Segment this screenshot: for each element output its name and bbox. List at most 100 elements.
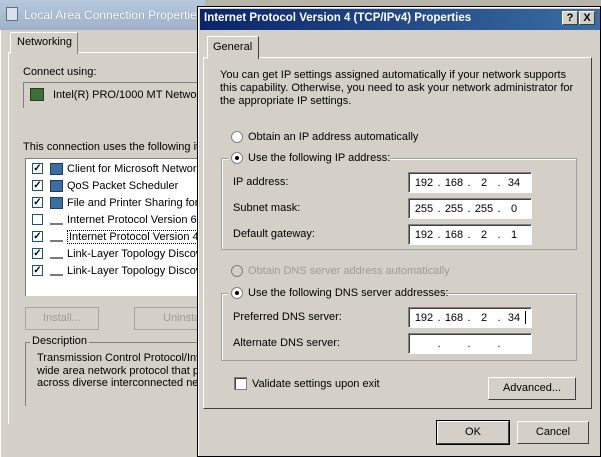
octet: 255	[414, 203, 434, 215]
tab-general-label: General	[213, 41, 253, 53]
alternate-dns-label: Alternate DNS server:	[233, 337, 340, 349]
dns-auto-radio[interactable]	[231, 265, 243, 277]
components-list[interactable]: ✓ Client for Microsoft Networks ✓ QoS Pa…	[25, 158, 307, 296]
octet-separator: .	[497, 177, 501, 189]
subnet-mask-label: Subnet mask:	[233, 202, 301, 214]
protocol-icon	[50, 233, 63, 242]
octet-separator: .	[437, 177, 441, 189]
octet-separator: .	[437, 203, 441, 215]
list-item[interactable]: ✓ Link-Layer Topology Discovery Responde…	[26, 263, 273, 280]
octet: 192	[414, 177, 434, 189]
dialog-titlebar[interactable]: Internet Protocol Version 4 (TCP/IPv4) P…	[200, 9, 600, 30]
default-gateway-input[interactable]: 192 . 168 . 2 . 1	[408, 224, 532, 245]
network-client-icon	[50, 163, 63, 175]
octet: 255	[474, 203, 494, 215]
octet-separator: .	[467, 203, 471, 215]
octet-separator: .	[467, 177, 471, 189]
ip-auto-label[interactable]: Obtain an IP address automatically	[248, 131, 418, 143]
description-line: Transmission Control Protocol/Internet P…	[37, 352, 207, 364]
advanced-button[interactable]: Advanced...	[488, 377, 576, 400]
octet-separator: .	[437, 338, 441, 350]
network-service-icon	[50, 180, 63, 192]
octet: 2	[480, 229, 488, 241]
uninstall-button[interactable]: Uninstall	[134, 307, 205, 330]
subnet-mask-input[interactable]: 255 . 255 . 255 . 0	[408, 198, 532, 219]
dns-auto-label[interactable]: Obtain DNS server address automatically	[248, 265, 450, 277]
protocol-icon	[50, 267, 63, 276]
octet: 1	[510, 229, 518, 241]
octet: 34	[507, 312, 521, 324]
dns-manual-radio[interactable]	[231, 287, 243, 299]
install-button[interactable]: Install...	[25, 307, 99, 330]
preferred-dns-input[interactable]: 192 . 168 . 2 . 34	[408, 307, 532, 328]
description-legend: Description	[30, 335, 90, 347]
octet: 34	[507, 177, 521, 189]
validate-label[interactable]: Validate settings upon exit	[252, 378, 380, 390]
description-line: across diverse interconnected networks.	[37, 377, 207, 389]
octet: 255	[444, 203, 464, 215]
octet-separator: .	[467, 338, 471, 350]
ip-address-label: IP address:	[233, 176, 289, 188]
back-window-title: Local Area Connection Properties	[24, 8, 203, 22]
octet: 192	[414, 229, 434, 241]
network-service-icon	[50, 197, 63, 209]
octet-separator: .	[497, 229, 501, 241]
octet: 168	[444, 177, 464, 189]
octet: 2	[480, 312, 488, 324]
component-label: QoS Packet Scheduler	[67, 180, 179, 192]
octet: 168	[444, 229, 464, 241]
octet-separator: .	[497, 338, 501, 350]
octet-separator: .	[467, 229, 471, 241]
default-gateway-label: Default gateway:	[233, 228, 315, 240]
list-item[interactable]: Internet Protocol Version 6 (TCP/IPv6)	[26, 212, 254, 229]
network-connection-icon	[6, 7, 18, 21]
component-checkbox[interactable]: ✓	[32, 248, 43, 259]
octet-separator: .	[467, 312, 471, 324]
list-item[interactable]: ✓ Internet Protocol Version 4 (TCP/IPv4)	[26, 229, 259, 246]
intro-text: You can get IP settings assigned automat…	[220, 69, 574, 107]
description-line: wide area network protocol that provides…	[37, 364, 207, 377]
list-item[interactable]: ✓ Link-Layer Topology Discovery Mapper I…	[26, 246, 307, 263]
ip-address-input[interactable]: 192 . 168 . 2 . 34	[408, 172, 532, 193]
component-checkbox[interactable]: ✓	[32, 197, 43, 208]
dialog-title: Internet Protocol Version 4 (TCP/IPv4) P…	[204, 12, 472, 24]
list-item[interactable]: ✓ QoS Packet Scheduler	[26, 178, 206, 195]
tab-networking[interactable]: Networking	[10, 32, 78, 54]
adapter-field: Intel(R) PRO/1000 MT Network Connection	[23, 82, 264, 108]
list-item[interactable]: ✓ File and Printer Sharing for Microsoft…	[26, 195, 295, 212]
components-label: This connection uses the following items…	[23, 141, 223, 153]
alternate-dns-input[interactable]: . . .	[408, 333, 532, 354]
octet: 2	[480, 177, 488, 189]
preferred-dns-label: Preferred DNS server:	[233, 311, 342, 323]
cancel-button[interactable]: Cancel	[517, 421, 589, 444]
octet: 192	[414, 312, 434, 324]
description-text: Transmission Control Protocol/Internet P…	[37, 352, 207, 390]
component-checkbox[interactable]	[32, 214, 43, 225]
protocol-icon	[50, 250, 63, 259]
component-checkbox[interactable]: ✓	[32, 180, 43, 191]
ip-manual-radio[interactable]	[231, 152, 243, 164]
component-checkbox[interactable]: ✓	[32, 163, 43, 174]
text-cursor	[525, 311, 526, 324]
octet: 0	[510, 203, 518, 215]
help-button[interactable]: ?	[562, 11, 578, 25]
network-adapter-icon	[30, 88, 44, 101]
ip-manual-label[interactable]: Use the following IP address:	[248, 152, 390, 164]
component-label: Client for Microsoft Networks	[67, 163, 208, 175]
close-button[interactable]: X	[579, 11, 595, 25]
validate-checkbox[interactable]	[234, 377, 247, 390]
octet-separator: .	[437, 312, 441, 324]
ip-auto-radio[interactable]	[231, 131, 243, 143]
octet-separator: .	[497, 203, 501, 215]
dns-manual-label[interactable]: Use the following DNS server addresses:	[248, 287, 449, 299]
back-window-titlebar[interactable]: Local Area Connection Properties	[0, 0, 205, 30]
component-checkbox[interactable]: ✓	[32, 231, 43, 242]
list-item[interactable]: ✓ Client for Microsoft Networks	[26, 161, 208, 178]
octet: 168	[444, 312, 464, 324]
connect-using-label: Connect using:	[23, 66, 97, 78]
protocol-icon	[50, 216, 63, 225]
octet-separator: .	[497, 312, 501, 324]
component-checkbox[interactable]: ✓	[32, 265, 43, 276]
tab-general[interactable]: General	[207, 36, 259, 59]
ok-button[interactable]: OK	[436, 420, 510, 445]
